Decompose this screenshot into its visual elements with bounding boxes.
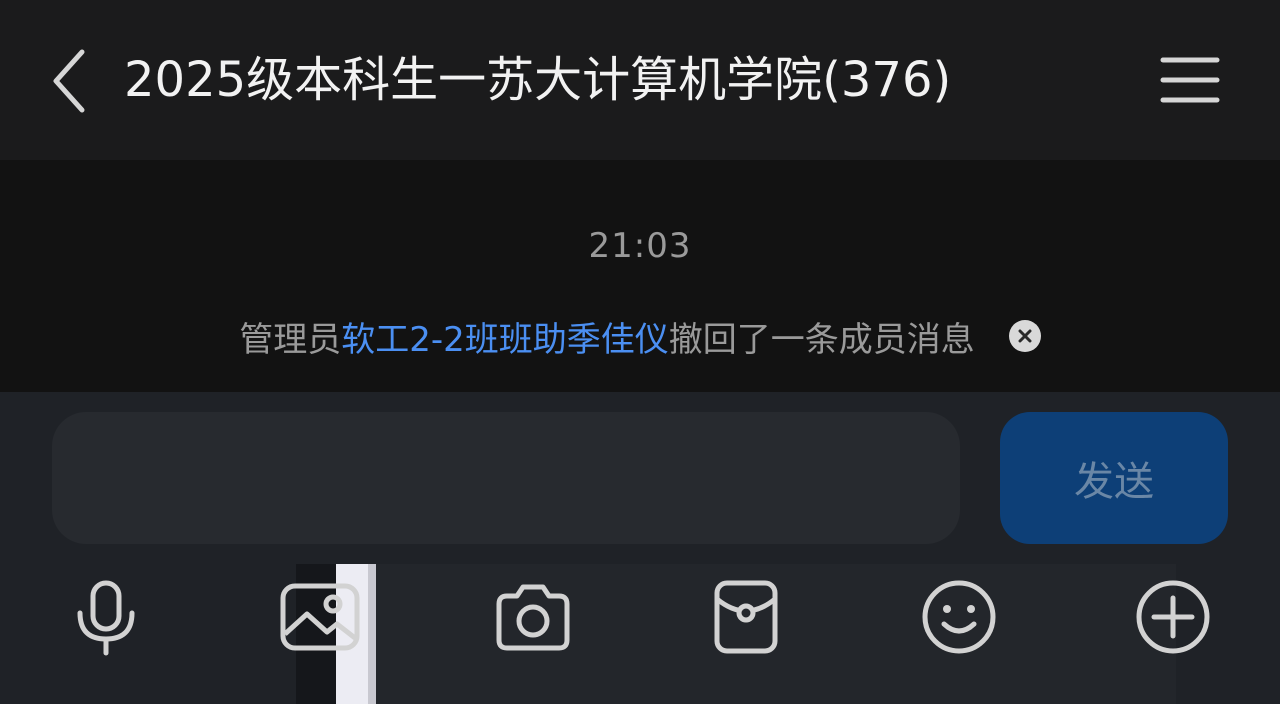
more-button[interactable] (1128, 572, 1218, 662)
camera-icon (496, 584, 570, 651)
camera-button[interactable] (488, 572, 578, 662)
close-icon (1018, 329, 1032, 343)
image-button[interactable] (275, 572, 365, 662)
send-button[interactable]: 发送 (1000, 412, 1228, 544)
red-packet-icon (714, 580, 778, 654)
message-timestamp: 21:03 (588, 226, 692, 266)
notice-prefix: 管理员 (239, 319, 342, 360)
dismiss-notice-button[interactable] (1008, 320, 1041, 352)
message-input[interactable] (52, 412, 960, 544)
menu-button[interactable] (1152, 48, 1228, 112)
notice-suffix: 撤回了一条成员消息 (668, 319, 975, 360)
notice-actor-link[interactable]: 软工2-2班班助季佳仪 (341, 312, 669, 361)
voice-button[interactable] (61, 572, 151, 662)
chat-area[interactable]: 21:03 管理员 软工2-2班班助季佳仪 撤回了一条成员消息 (0, 160, 1280, 392)
menu-icon (1160, 57, 1220, 103)
page-title: 2025级本科生一苏大计算机学院(376) (124, 52, 952, 108)
back-button[interactable] (40, 46, 96, 116)
microphone-icon (77, 580, 135, 656)
red-packet-button[interactable] (701, 572, 791, 662)
emoji-icon (922, 580, 996, 654)
chevron-left-icon (53, 49, 85, 113)
composer-bar: 发送 (0, 392, 1280, 704)
system-notice: 管理员 软工2-2班班助季佳仪 撤回了一条成员消息 (0, 310, 1280, 362)
image-icon (280, 583, 360, 651)
header-bar: 2025级本科生一苏大计算机学院(376) (0, 0, 1280, 160)
emoji-button[interactable] (914, 572, 1004, 662)
plus-icon (1136, 580, 1210, 654)
